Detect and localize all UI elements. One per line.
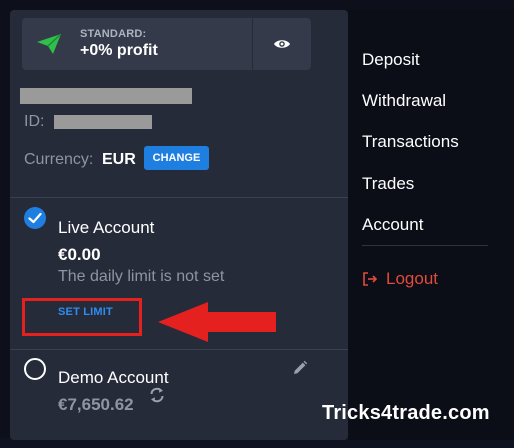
currency-label: Currency: bbox=[24, 151, 94, 168]
account-status-box: STANDARD: +0% profit bbox=[22, 18, 252, 70]
paper-plane-icon bbox=[37, 33, 62, 54]
divider bbox=[10, 197, 348, 198]
menu-item-account[interactable]: Account bbox=[362, 215, 423, 235]
checkmark-icon bbox=[28, 212, 42, 224]
logout-button[interactable]: Logout bbox=[362, 269, 438, 289]
live-account-balance: €0.00 bbox=[58, 245, 101, 264]
menu-item-transactions[interactable]: Transactions bbox=[362, 132, 459, 152]
toggle-balance-visibility-button[interactable] bbox=[253, 18, 311, 70]
logout-label: Logout bbox=[386, 269, 438, 288]
menu-item-deposit[interactable]: Deposit bbox=[362, 50, 420, 70]
redacted-user-name bbox=[20, 88, 192, 104]
menu-item-withdrawal[interactable]: Withdrawal bbox=[362, 91, 446, 111]
live-account-name[interactable]: Live Account bbox=[58, 218, 154, 238]
change-currency-button[interactable]: CHANGE bbox=[144, 146, 209, 170]
user-id-label: ID: bbox=[24, 113, 45, 130]
eye-icon bbox=[274, 40, 290, 48]
status-label: STANDARD: bbox=[80, 28, 147, 40]
pencil-icon[interactable] bbox=[292, 360, 308, 376]
demo-account-balance: €7,650.62 bbox=[58, 395, 134, 414]
menu-item-trades[interactable]: Trades bbox=[362, 174, 414, 194]
watermark-text: Tricks4trade.com bbox=[322, 402, 490, 424]
status-value: +0% profit bbox=[80, 42, 158, 59]
logout-icon bbox=[363, 272, 378, 286]
daily-limit-text: The daily limit is not set bbox=[58, 268, 225, 285]
live-account-selected-radio[interactable] bbox=[24, 207, 46, 229]
annotation-arrow-icon bbox=[158, 302, 276, 342]
divider bbox=[10, 349, 348, 350]
demo-account-radio[interactable] bbox=[24, 358, 46, 380]
demo-account-name[interactable]: Demo Account bbox=[58, 368, 169, 388]
set-limit-link[interactable]: SET LIMIT bbox=[58, 306, 113, 318]
currency-value: EUR bbox=[102, 151, 136, 168]
menu-divider bbox=[362, 245, 488, 246]
refresh-icon[interactable] bbox=[148, 386, 166, 404]
redacted-user-id bbox=[54, 115, 152, 129]
